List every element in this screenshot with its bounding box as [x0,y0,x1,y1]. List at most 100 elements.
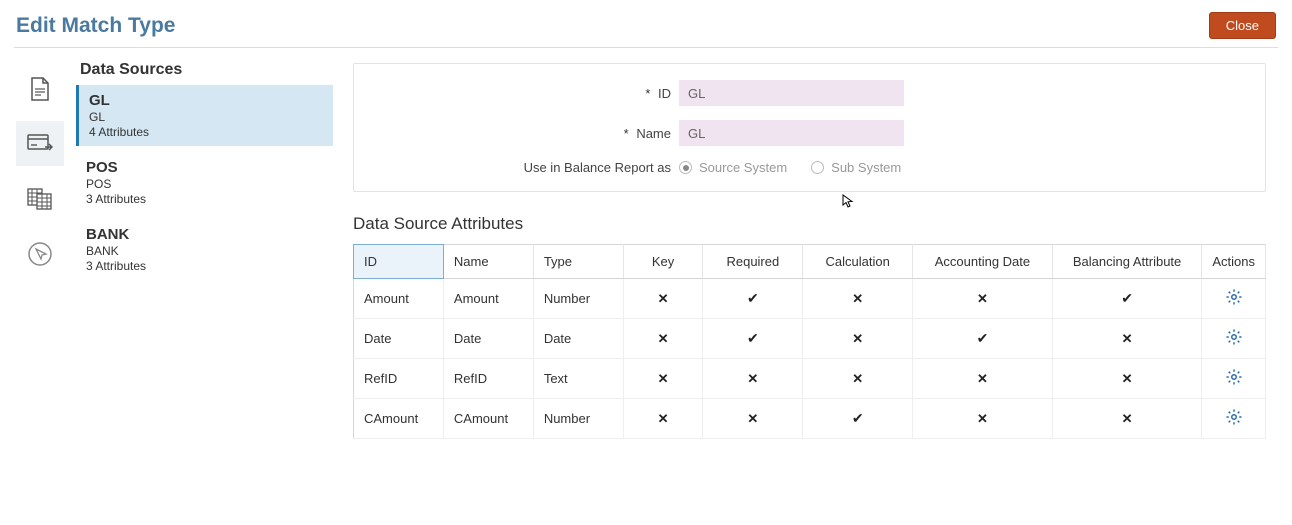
column-header[interactable]: Actions [1202,245,1266,279]
cell-name: Date [443,319,533,359]
column-header[interactable]: Type [533,245,623,279]
cell-calculation: ✕ [803,319,913,359]
cell-balancing: ✔ [1052,279,1202,319]
cell-type: Text [533,359,623,399]
table-row: CAmountCAmountNumber✕✕✔✕✕ [354,399,1266,439]
cross-icon: ✕ [1122,371,1133,386]
cell-actions [1202,319,1266,359]
id-input[interactable] [679,80,904,106]
cell-accounting-date: ✕ [913,399,1053,439]
cell-required: ✔ [703,319,803,359]
row-actions-button[interactable] [1225,368,1243,389]
card-icon [27,134,53,154]
cross-icon: ✕ [1122,411,1133,426]
cell-id: RefID [354,359,444,399]
radio-source-label: Source System [699,160,787,175]
nav-document[interactable] [16,66,64,111]
cell-required: ✔ [703,279,803,319]
data-source-form: * ID * Name Use in Balance Report as [353,63,1266,192]
data-source-item-bank[interactable]: BANKBANK3 Attributes [76,219,333,280]
cell-name: RefID [443,359,533,399]
nav-pointer[interactable] [16,231,64,276]
page-title: Edit Match Type [16,14,175,38]
radio-source-system[interactable]: Source System [679,160,787,175]
cell-accounting-date: ✔ [913,319,1053,359]
required-star: * [645,86,650,101]
name-input[interactable] [679,120,904,146]
data-source-attr-count: 3 Attributes [86,192,323,206]
cross-icon: ✕ [658,371,669,386]
cell-type: Number [533,399,623,439]
document-icon [29,76,51,102]
column-header[interactable]: Required [703,245,803,279]
row-actions-button[interactable] [1225,328,1243,349]
cross-icon: ✕ [658,291,669,306]
iconbar [14,48,66,454]
data-source-item-pos[interactable]: POSPOS3 Attributes [76,152,333,213]
cross-icon: ✕ [747,411,758,426]
row-actions-button[interactable] [1225,408,1243,429]
close-button[interactable]: Close [1209,12,1276,39]
check-icon: ✔ [747,330,759,346]
gear-icon [1225,408,1243,429]
nav-datasources[interactable] [16,121,64,166]
data-source-item-gl[interactable]: GLGL4 Attributes [76,85,333,146]
check-icon: ✔ [747,290,759,306]
table-row: AmountAmountNumber✕✔✕✕✔ [354,279,1266,319]
gear-icon [1225,288,1243,309]
cell-calculation: ✔ [803,399,913,439]
cell-accounting-date: ✕ [913,359,1053,399]
cell-actions [1202,279,1266,319]
balance-report-label: Use in Balance Report as [524,160,671,175]
mouse-cursor [841,194,855,208]
cross-icon: ✕ [852,371,863,386]
cell-key: ✕ [623,319,703,359]
cell-type: Date [533,319,623,359]
cell-balancing: ✕ [1052,399,1202,439]
row-actions-button[interactable] [1225,288,1243,309]
gear-icon [1225,368,1243,389]
check-icon: ✔ [977,330,989,346]
data-source-sub: BANK [86,244,323,258]
cell-name: CAmount [443,399,533,439]
cell-calculation: ✕ [803,279,913,319]
radio-icon [679,161,692,174]
cell-accounting-date: ✕ [913,279,1053,319]
cell-key: ✕ [623,399,703,439]
cell-balancing: ✕ [1052,359,1202,399]
attributes-heading: Data Source Attributes [353,214,1266,234]
cross-icon: ✕ [977,371,988,386]
cell-type: Number [533,279,623,319]
column-header[interactable]: Key [623,245,703,279]
gear-icon [1225,328,1243,349]
cell-required: ✕ [703,399,803,439]
cell-required: ✕ [703,359,803,399]
data-source-attr-count: 4 Attributes [89,125,323,139]
column-header[interactable]: Name [443,245,533,279]
radio-sub-label: Sub System [831,160,901,175]
cell-key: ✕ [623,359,703,399]
radio-sub-system[interactable]: Sub System [811,160,901,175]
cell-balancing: ✕ [1052,319,1202,359]
sidebar: Data Sources GLGL4 AttributesPOSPOS3 Att… [66,48,341,454]
id-label: ID [658,86,671,101]
pointer-icon [27,241,53,267]
column-header[interactable]: Balancing Attribute [1052,245,1202,279]
name-label: Name [636,126,671,141]
data-source-name: BANK [86,226,323,243]
column-header[interactable]: ID [354,245,444,279]
cross-icon: ✕ [852,291,863,306]
column-header[interactable]: Accounting Date [913,245,1053,279]
cross-icon: ✕ [977,291,988,306]
cell-actions [1202,399,1266,439]
cross-icon: ✕ [658,331,669,346]
cell-actions [1202,359,1266,399]
data-source-attr-count: 3 Attributes [86,259,323,273]
data-source-name: GL [89,92,323,109]
cell-key: ✕ [623,279,703,319]
cell-id: CAmount [354,399,444,439]
nav-grid[interactable] [16,176,64,221]
column-header[interactable]: Calculation [803,245,913,279]
cell-name: Amount [443,279,533,319]
cell-id: Amount [354,279,444,319]
